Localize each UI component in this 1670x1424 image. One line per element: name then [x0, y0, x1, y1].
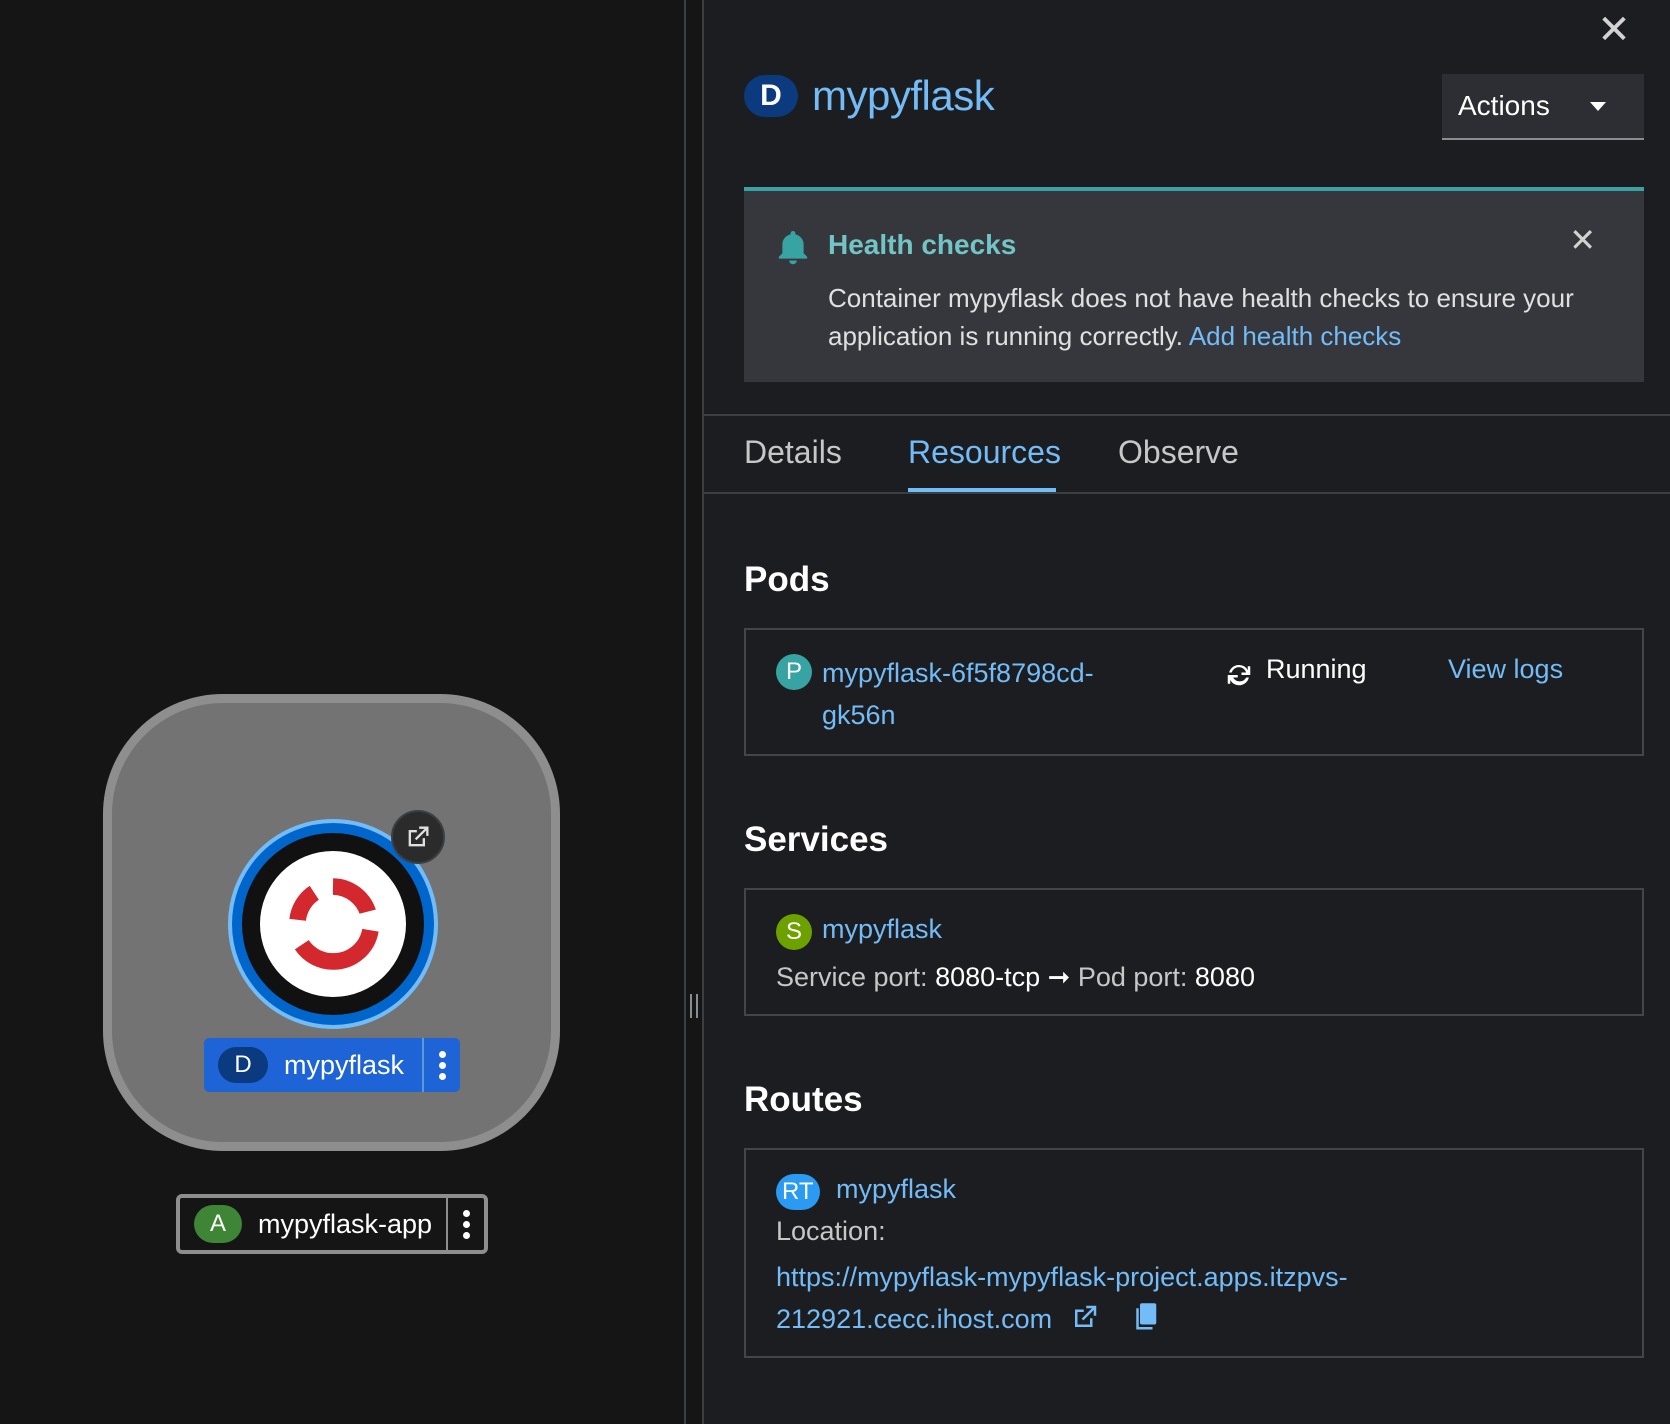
pod-card: P mypyflask-6f5f8798cd- gk56n Running Vi… [744, 628, 1644, 756]
route-name-link[interactable]: mypyflask [836, 1174, 956, 1205]
application-badge: A [194, 1205, 242, 1243]
service-port: 8080-tcp [935, 962, 1041, 992]
external-link-icon[interactable] [1070, 1302, 1100, 1332]
pod-status: Running [1266, 654, 1367, 684]
panel-title-text[interactable]: mypyflask [812, 72, 995, 120]
side-panel: ✕ D mypyflask Actions Health checks ✕ Co… [704, 0, 1670, 1424]
active-tab-indicator [908, 488, 1056, 492]
resize-grip-icon[interactable] [690, 994, 698, 1018]
service-card: S mypyflask Service port: 8080-tcp ➞ Pod… [744, 888, 1644, 1016]
app-kebab-menu-icon[interactable] [446, 1198, 484, 1250]
tab-details[interactable]: Details [744, 434, 842, 471]
route-badge: RT [776, 1174, 820, 1210]
health-checks-alert: Health checks ✕ Container mypyflask does… [744, 187, 1644, 382]
panel-title: D mypyflask [744, 72, 995, 120]
node-kebab-menu-icon[interactable] [422, 1038, 460, 1092]
services-heading: Services [744, 820, 889, 859]
panel-resize-handle[interactable] [684, 0, 704, 1424]
service-badge: S [776, 914, 812, 950]
pod-badge: P [776, 654, 812, 690]
service-name-link[interactable]: mypyflask [822, 914, 942, 945]
topology-canvas[interactable]: D mypyflask A mypyflask-app [0, 0, 686, 1424]
application-name: mypyflask-app [258, 1208, 433, 1239]
route-url[interactable]: https://mypyflask-mypyflask-project.apps… [776, 1256, 1348, 1340]
close-icon[interactable]: ✕ [1594, 10, 1634, 50]
pods-heading: Pods [744, 560, 830, 599]
copy-icon[interactable] [1131, 1302, 1159, 1332]
external-link-icon [408, 826, 429, 847]
alert-close-icon[interactable]: ✕ [1569, 221, 1596, 259]
deployment-badge: D [218, 1047, 268, 1083]
actions-dropdown[interactable]: Actions [1442, 74, 1644, 140]
panel-tabs: Details Resources Observe [704, 414, 1670, 494]
service-port-row: Service port: 8080-tcp ➞ Pod port: 8080 [776, 962, 1255, 992]
tab-resources[interactable]: Resources [908, 434, 1061, 471]
routes-heading: Routes [744, 1080, 863, 1119]
alert-body: Container mypyflask does not have health… [828, 279, 1608, 355]
bell-icon [778, 231, 808, 265]
pod-name-link[interactable]: mypyflask-6f5f8798cd- gk56n [822, 652, 1094, 736]
route-card: RT mypyflask Location: https://mypyflask… [744, 1148, 1644, 1358]
application-label[interactable]: A mypyflask-app [176, 1194, 488, 1254]
deployment-badge: D [744, 75, 798, 117]
alert-title: Health checks [828, 229, 1017, 260]
location-label: Location: [776, 1216, 886, 1246]
open-url-decorator[interactable] [391, 810, 445, 864]
openshift-logo-icon [288, 878, 380, 970]
deployment-node-label[interactable]: D mypyflask [204, 1038, 460, 1092]
view-logs-link[interactable]: View logs [1448, 654, 1563, 685]
pod-port: 8080 [1194, 962, 1255, 992]
tab-observe[interactable]: Observe [1118, 434, 1239, 471]
deployment-node-name: mypyflask [284, 1049, 405, 1080]
caret-down-icon [1589, 101, 1606, 111]
sync-icon [1227, 664, 1251, 686]
add-health-checks-link[interactable]: Add health checks [1189, 321, 1401, 351]
actions-label: Actions [1458, 90, 1550, 121]
arrow-right-icon: ➞ [1047, 962, 1071, 992]
